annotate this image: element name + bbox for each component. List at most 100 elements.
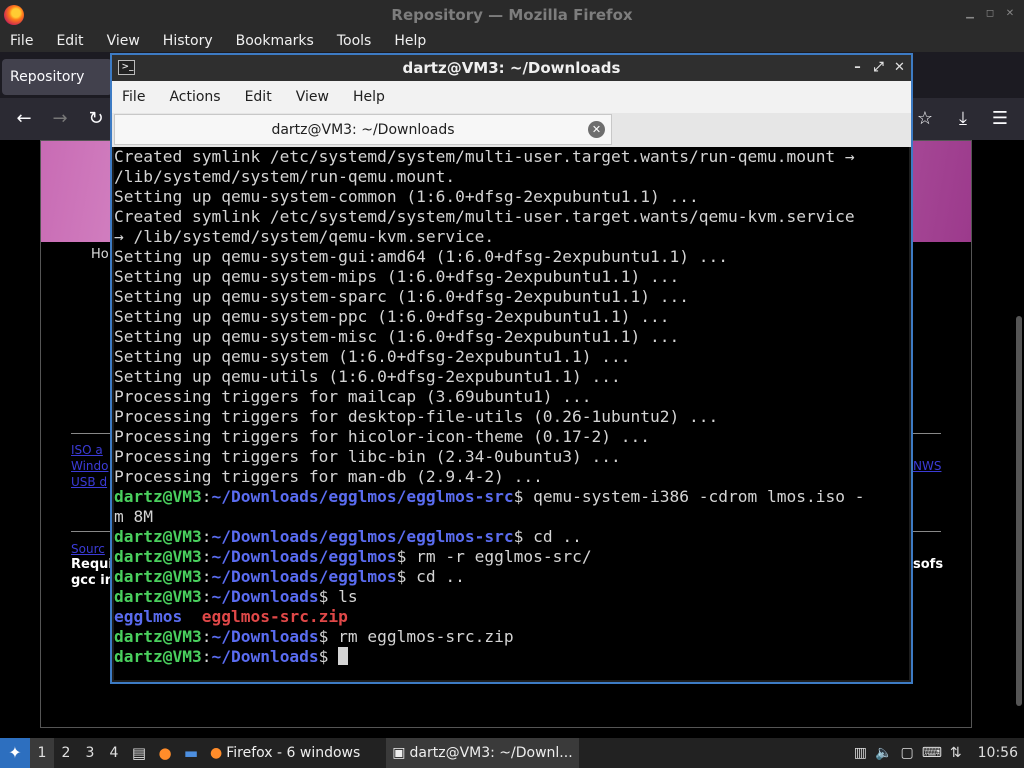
- close-icon[interactable]: ✕: [1002, 6, 1018, 22]
- menu-history[interactable]: History: [163, 33, 213, 49]
- maximize-icon[interactable]: ⤢: [871, 58, 886, 78]
- tab-repository[interactable]: Repository: [2, 59, 112, 95]
- output-text: → /lib/systemd/system/qemu-kvm.service.: [114, 227, 495, 246]
- menu-file[interactable]: File: [10, 33, 33, 49]
- page-link-usb[interactable]: USB d: [71, 475, 107, 489]
- taskbar-firefox-task[interactable]: ● Firefox - 6 windows: [204, 738, 366, 768]
- output-text: Created symlink /etc/systemd/system/mult…: [114, 147, 855, 166]
- terminal-menu-edit[interactable]: Edit: [245, 89, 272, 105]
- output-text: Setting up qemu-system-sparc (1:6.0+dfsg…: [114, 287, 689, 306]
- taskbar: ✦ 1 2 3 4 ▤ ● ▬ ● Firefox - 6 windows ▣ …: [0, 738, 1024, 768]
- terminal-menu-view[interactable]: View: [296, 89, 329, 105]
- prompt-path: ~/Downloads/egglmos/egglmos-src: [211, 527, 514, 546]
- terminal-line: dartz@VM3:~/Downloads$: [114, 647, 864, 667]
- maximize-icon[interactable]: ◻: [982, 6, 998, 22]
- taskbar-terminal-task[interactable]: ▣ dartz@VM3: ~/Downl...: [386, 738, 579, 768]
- back-icon[interactable]: ←: [12, 107, 36, 131]
- prompt-dollar: $: [513, 527, 524, 546]
- command-text: ls: [328, 587, 358, 606]
- terminal-line: Processing triggers for libc-bin (2.34-0…: [114, 447, 864, 467]
- file-manager-icon[interactable]: ▤: [126, 738, 152, 768]
- terminal-line: m 8M: [114, 507, 864, 527]
- menu-tools[interactable]: Tools: [337, 33, 372, 49]
- prompt-path: ~/Downloads: [211, 647, 319, 666]
- download-icon[interactable]: ⤓: [951, 107, 975, 131]
- page-scrollbar[interactable]: [1016, 316, 1022, 706]
- page-home-link[interactable]: Ho: [91, 247, 109, 262]
- command-text: qemu-system-i386 -cdrom lmos.iso -: [523, 487, 865, 506]
- notes-icon[interactable]: ▢: [900, 745, 913, 761]
- prompt-colon: :: [201, 487, 212, 506]
- volume-icon[interactable]: 🔈: [875, 745, 892, 761]
- minimize-icon[interactable]: ▁: [962, 6, 978, 22]
- terminal-titlebar[interactable]: >_ dartz@VM3: ~/Downloads – ⤢ ✕: [112, 55, 911, 81]
- output-text: Setting up qemu-utils (1:6.0+dfsg-2expub…: [114, 367, 621, 386]
- clipboard-icon[interactable]: ▥: [854, 745, 867, 761]
- network-icon[interactable]: ⇅: [950, 745, 962, 761]
- firefox-task-icon: ●: [210, 745, 223, 761]
- start-menu-icon[interactable]: ✦: [0, 738, 30, 768]
- terminal-line: Processing triggers for hicolor-icon-the…: [114, 427, 864, 447]
- prompt-path: ~/Downloads/egglmos/egglmos-src: [211, 487, 514, 506]
- workspace-3[interactable]: 3: [78, 738, 102, 768]
- menu-bookmarks[interactable]: Bookmarks: [236, 33, 314, 49]
- minimize-icon[interactable]: –: [850, 58, 865, 78]
- output-text: Processing triggers for libc-bin (2.34-0…: [114, 447, 621, 466]
- terminal-app-icon: >_: [118, 60, 135, 75]
- command-text: cd ..: [406, 567, 465, 586]
- menu-help[interactable]: Help: [394, 33, 426, 49]
- terminal-menu-help[interactable]: Help: [353, 89, 385, 105]
- terminal-line: Setting up qemu-system-common (1:6.0+dfs…: [114, 187, 864, 207]
- page-link-nws[interactable]: NWS: [913, 459, 941, 473]
- terminal-line: Setting up qemu-system-mips (1:6.0+dfsg-…: [114, 267, 864, 287]
- output-text: Setting up qemu-system-mips (1:6.0+dfsg-…: [114, 267, 680, 286]
- terminal-tab[interactable]: dartz@VM3: ~/Downloads ✕: [114, 114, 612, 145]
- prompt-path: ~/Downloads: [211, 587, 319, 606]
- prompt-user: dartz@VM3: [114, 627, 202, 646]
- prompt-path: ~/Downloads/egglmos: [211, 547, 397, 566]
- page-link-source[interactable]: Sourc: [71, 542, 105, 556]
- terminal-line: Created symlink /etc/systemd/system/mult…: [114, 147, 864, 167]
- terminal-line: /lib/systemd/system/run-qemu.mount.: [114, 167, 864, 187]
- terminal-task-icon: ▣: [392, 745, 406, 761]
- workspace-4[interactable]: 4: [102, 738, 126, 768]
- prompt-path: ~/Downloads: [211, 627, 319, 646]
- prompt-user: dartz@VM3: [114, 647, 202, 666]
- menu-edit[interactable]: Edit: [56, 33, 83, 49]
- workspace-1[interactable]: 1: [30, 738, 54, 768]
- system-tray: ▥ 🔈 ▢ ⌨ ⇅ 10:56: [854, 738, 1024, 768]
- hamburger-menu-icon[interactable]: ☰: [988, 107, 1012, 131]
- page-requires-text: Requi: [71, 557, 113, 572]
- prompt-colon: :: [201, 567, 212, 586]
- close-icon[interactable]: ✕: [892, 58, 907, 78]
- terminal-window-controls: – ⤢ ✕: [850, 58, 907, 78]
- prompt-colon: :: [201, 587, 212, 606]
- output-text: Setting up qemu-system-ppc (1:6.0+dfsg-2…: [114, 307, 670, 326]
- terminal-line: Processing triggers for man-db (2.9.4-2)…: [114, 467, 864, 487]
- terminal-line: dartz@VM3:~/Downloads/egglmos$ cd ..: [114, 567, 864, 587]
- prompt-dollar: $: [318, 587, 329, 606]
- forward-icon[interactable]: →: [48, 107, 72, 131]
- prompt-user: dartz@VM3: [114, 567, 202, 586]
- workspace-2[interactable]: 2: [54, 738, 78, 768]
- prompt-dollar: $: [396, 567, 407, 586]
- firefox-window-controls: ▁ ◻ ✕: [962, 6, 1018, 22]
- terminal-output[interactable]: Created symlink /etc/systemd/system/mult…: [114, 147, 909, 680]
- page-link-iso[interactable]: ISO a: [71, 443, 103, 457]
- keyboard-icon[interactable]: ⌨: [922, 745, 942, 761]
- close-tab-icon[interactable]: ✕: [588, 121, 605, 138]
- menu-view[interactable]: View: [107, 33, 140, 49]
- page-link-windows[interactable]: Windo: [71, 459, 109, 473]
- ls-directory: egglmos: [114, 607, 183, 626]
- reload-icon[interactable]: ↻: [84, 107, 108, 131]
- firefox-task-label: Firefox - 6 windows: [226, 745, 361, 761]
- prompt-user: dartz@VM3: [114, 487, 202, 506]
- terminal-menu-actions[interactable]: Actions: [169, 89, 220, 105]
- firefox-launcher-icon[interactable]: ●: [152, 738, 178, 768]
- clock[interactable]: 10:56: [978, 745, 1018, 761]
- terminal-menu-file[interactable]: File: [122, 89, 145, 105]
- output-text: Processing triggers for man-db (2.9.4-2)…: [114, 467, 543, 486]
- terminal-line: Created symlink /etc/systemd/system/mult…: [114, 207, 864, 227]
- bookmark-star-icon[interactable]: ☆: [913, 107, 937, 131]
- desktop-icon[interactable]: ▬: [178, 738, 204, 768]
